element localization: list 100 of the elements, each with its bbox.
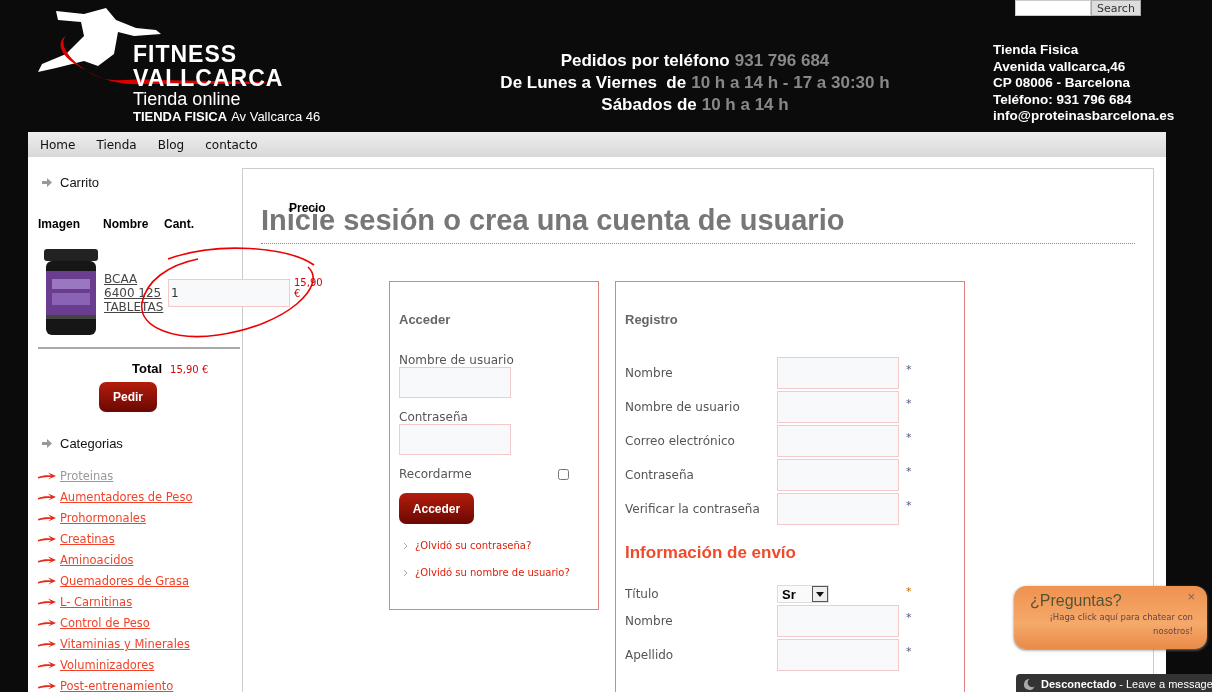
- field-label: Verificar la contraseña: [625, 502, 761, 516]
- category-link[interactable]: Voluminizadores: [60, 658, 155, 672]
- contact-value: 931 796 684: [734, 50, 830, 72]
- arrow-icon: [38, 493, 56, 501]
- column-header: Cant.: [164, 217, 195, 231]
- moon-icon: [1024, 678, 1035, 690]
- field-label: Nombre de usuario: [625, 400, 741, 414]
- required-mark: *: [905, 498, 913, 512]
- field-label: Nombre de usuario: [399, 353, 515, 367]
- nav-link[interactable]: Blog: [157, 137, 185, 152]
- close-button[interactable]: ×: [1187, 589, 1195, 604]
- logo-tagline: Tienda online: [133, 90, 242, 109]
- nav-link[interactable]: Home: [40, 137, 76, 152]
- categories-title: Categorias: [60, 435, 123, 451]
- required-mark: *: [905, 610, 913, 624]
- arrow-icon: [38, 472, 56, 480]
- total-price: 15,90 €: [170, 364, 209, 375]
- store-info-line: CP 08006 - Barcelona: [993, 75, 1132, 92]
- column-header: Imagen: [38, 217, 81, 231]
- currency-symbol: €: [294, 288, 302, 299]
- input-field[interactable]: [777, 493, 899, 525]
- arrow-icon: [38, 535, 56, 543]
- required-mark: *: [905, 644, 913, 658]
- store-info-line: info@proteinasbarcelona.es: [993, 108, 1175, 125]
- total-label: Total: [132, 361, 163, 376]
- contact-value: 10 h a 14 h: [701, 94, 789, 116]
- field-label: Nombre: [625, 366, 674, 380]
- remember-checkbox[interactable]: [558, 468, 569, 480]
- input-field[interactable]: [777, 605, 899, 637]
- help-link[interactable]: ¿Olvidó su nombre de usuario?: [415, 567, 570, 578]
- input-field[interactable]: [777, 459, 899, 491]
- order-button[interactable]: Pedir: [99, 382, 157, 412]
- arrow-icon: [38, 661, 56, 669]
- arrow-icon: [38, 577, 56, 585]
- field-label: Contraseña: [625, 468, 695, 482]
- category-link[interactable]: Post-entrenamiento: [60, 679, 174, 692]
- field-label: Contraseña: [399, 410, 469, 424]
- contact-label: Pedidos por teléfono: [560, 50, 730, 72]
- logo-title: FITNESS: [133, 42, 239, 66]
- required-mark: *: [905, 585, 913, 598]
- category-link[interactable]: Aumentadores de Peso: [60, 490, 193, 504]
- required-mark: *: [905, 464, 913, 478]
- category-link[interactable]: Aminoacidos: [60, 553, 134, 567]
- arrow-icon: [38, 514, 56, 522]
- store-address: Av Vallcarca 46: [231, 109, 321, 124]
- column-header: Nombre: [103, 217, 150, 231]
- panel-title: Registro: [625, 312, 679, 327]
- field-label: Apellido: [625, 648, 675, 662]
- category-link[interactable]: Prohormonales: [60, 511, 146, 525]
- checkbox-label: Recordarme: [399, 467, 472, 481]
- arrow-icon: [42, 438, 52, 448]
- chat-status: Desconectado - Leave a message: [1041, 678, 1212, 690]
- category-link[interactable]: L- Carnitinas: [60, 595, 133, 609]
- required-mark: *: [905, 362, 913, 376]
- required-mark: *: [905, 430, 913, 444]
- dropdown-icon: [812, 586, 828, 602]
- chat-title: ¿Preguntas?: [1030, 592, 1122, 610]
- contact-label: De Lunes a Viernes de: [500, 72, 687, 94]
- title-select[interactable]: Sr: [777, 585, 829, 603]
- input-field[interactable]: [399, 367, 511, 398]
- chat-status-bar[interactable]: Desconectado - Leave a message: [1016, 674, 1212, 692]
- search-field[interactable]: [1015, 0, 1091, 16]
- section-title: Información de envío: [625, 543, 797, 563]
- field-label: Título: [625, 587, 660, 601]
- category-link[interactable]: Creatinas: [60, 532, 115, 546]
- store-info-line: Teléfono: 931 796 684: [993, 91, 1133, 108]
- arrow-icon: [38, 682, 56, 690]
- field-label: Nombre: [625, 614, 674, 628]
- contact-label: Sábados de: [601, 94, 697, 116]
- category-link[interactable]: Proteinas: [60, 469, 114, 483]
- store-info-line: Avenida vallcarca,46: [993, 58, 1127, 75]
- field-label: Correo electrónico: [625, 434, 736, 448]
- help-link[interactable]: ¿Olvidó su contraseña?: [415, 540, 532, 551]
- input-field[interactable]: [777, 391, 899, 423]
- quantity-field[interactable]: 1: [168, 279, 290, 307]
- arrow-icon: [38, 556, 56, 564]
- nav-link[interactable]: Tienda: [96, 137, 137, 152]
- arrow-icon: [38, 640, 56, 648]
- search-button[interactable]: Search: [1091, 0, 1141, 16]
- input-field[interactable]: [777, 357, 899, 389]
- category-link[interactable]: Quemadores de Grasa: [60, 574, 189, 588]
- arrow-icon: [38, 619, 56, 627]
- input-field[interactable]: [399, 424, 511, 455]
- login-button[interactable]: Acceder: [399, 493, 474, 524]
- cart-title: Carrito: [60, 174, 99, 190]
- required-mark: *: [905, 396, 913, 410]
- panel-title: Acceder: [399, 312, 452, 327]
- category-link[interactable]: Control de Peso: [60, 616, 150, 630]
- store-info-line: Tienda Fisica: [993, 42, 1080, 59]
- arrow-icon: [42, 177, 52, 187]
- contact-value: 10 h a 14 h - 17 a 30:30 h: [691, 72, 890, 94]
- chevron-icon: [404, 542, 407, 549]
- chat-bubble[interactable]: ¿Preguntas? ¡Haga click aquí para chatear con nosotros! ×: [1014, 586, 1207, 649]
- chat-message: ¡Haga click aquí para chatear con nosotros!: [1048, 611, 1193, 638]
- input-field[interactable]: [777, 425, 899, 457]
- input-field[interactable]: [777, 639, 899, 671]
- arrow-icon: [38, 598, 56, 606]
- nav-link[interactable]: contacto: [205, 137, 258, 152]
- chevron-icon: [404, 569, 407, 576]
- category-link[interactable]: Vitaminias y Minerales: [60, 637, 190, 651]
